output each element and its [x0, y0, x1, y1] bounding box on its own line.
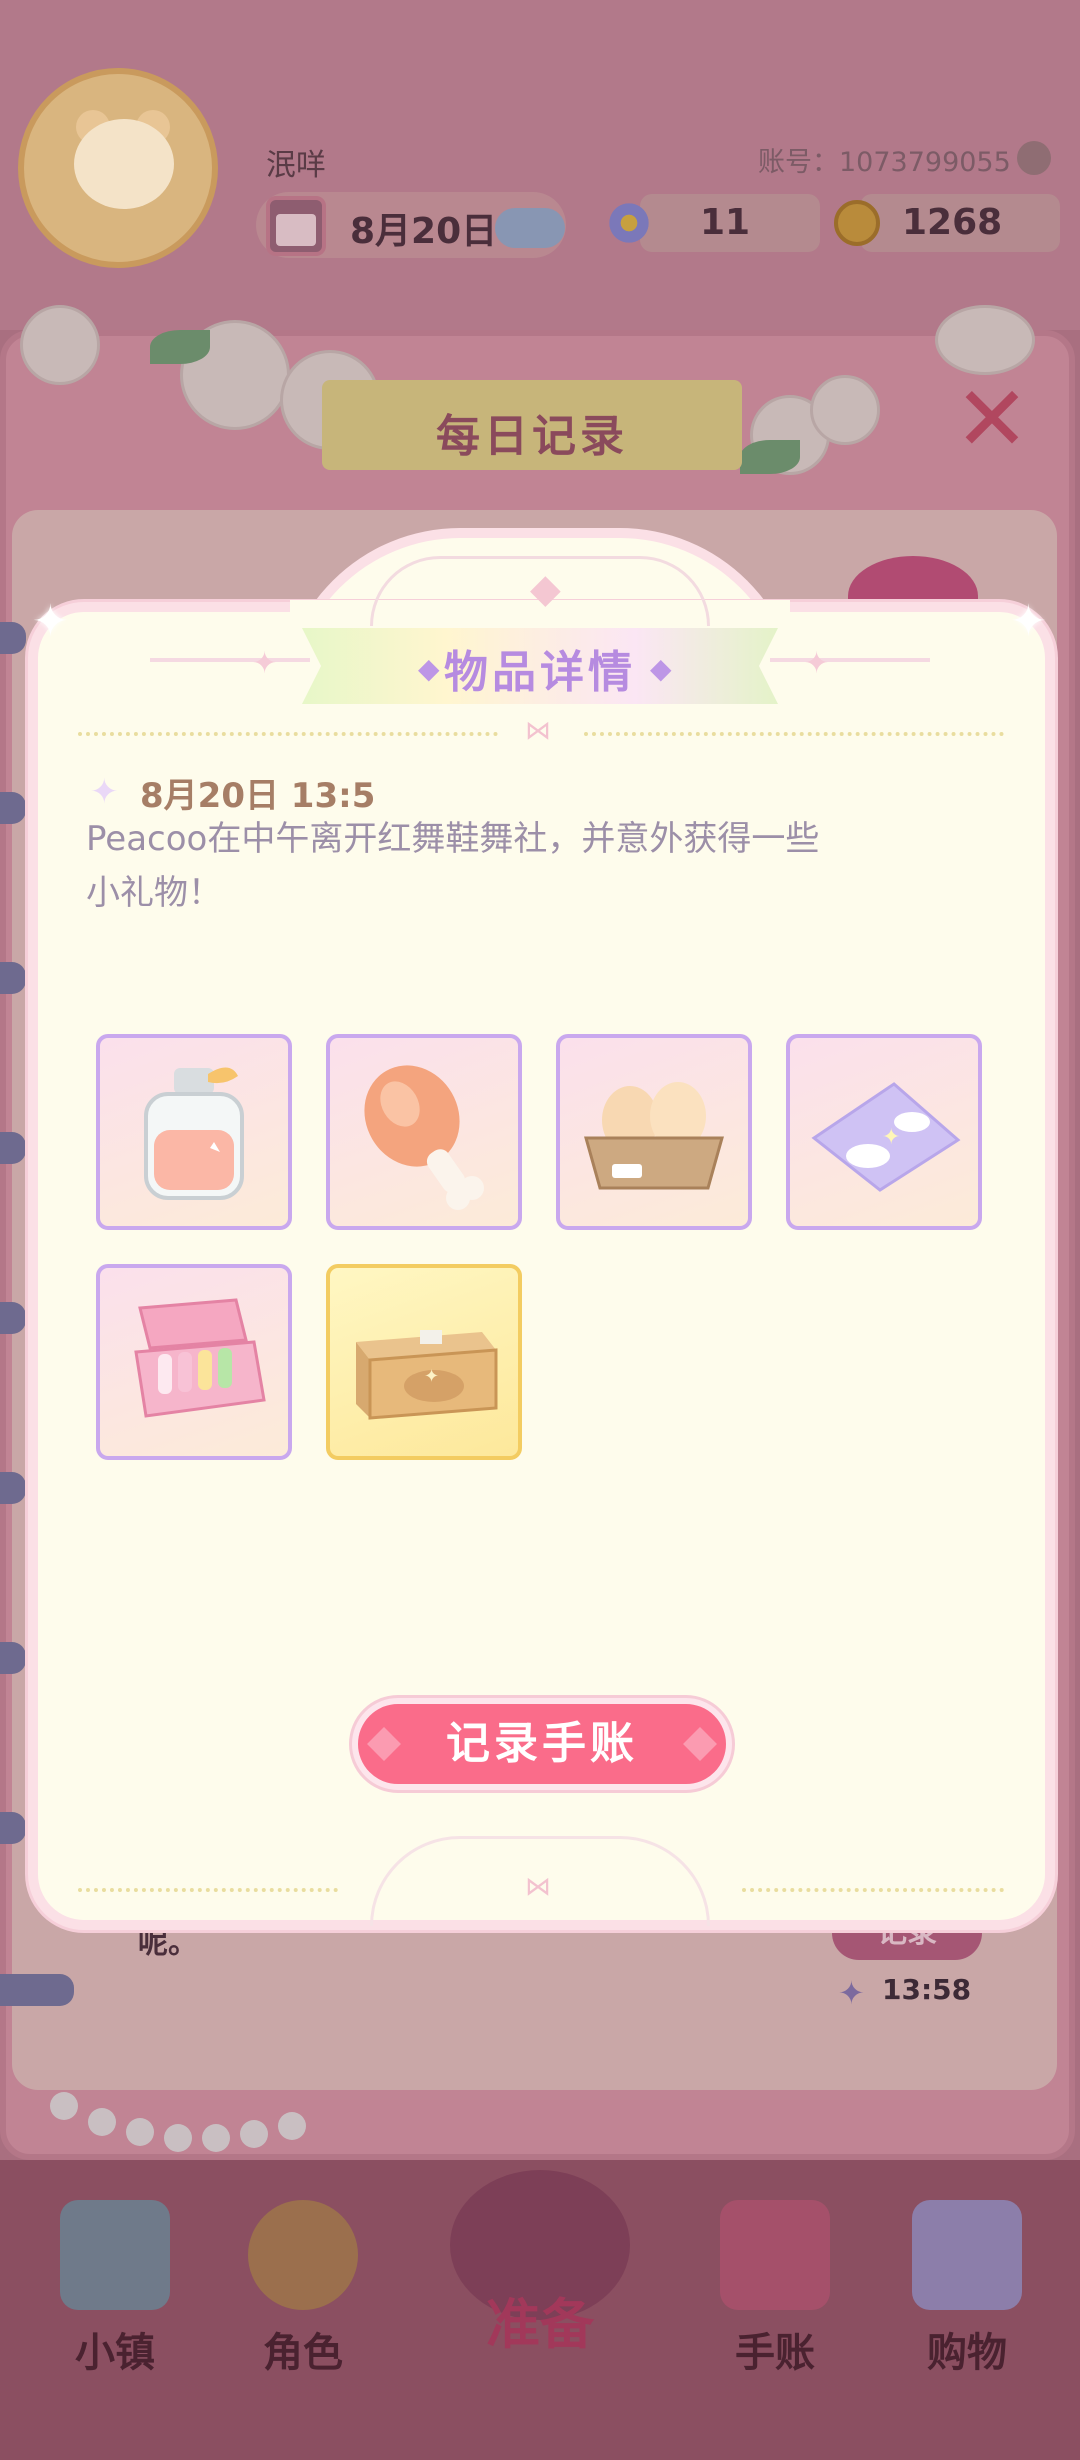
- entry-description: Peacoo在中午离开红舞鞋舞社，并意外获得一些 小礼物！: [86, 812, 926, 920]
- side-tab[interactable]: [0, 1302, 26, 1334]
- chicken-drumstick-icon: [364, 1065, 484, 1210]
- nav-town-label: 小镇: [75, 2329, 155, 2376]
- current-date: 8月20日: [350, 211, 498, 252]
- rose-decoration: [810, 375, 880, 445]
- town-map-icon: [60, 2200, 170, 2310]
- svg-text:✦: ✦: [424, 1366, 439, 1387]
- leaf-decoration: [740, 440, 800, 474]
- nav-character-label: 角色: [263, 2329, 343, 2376]
- divider-line: [742, 1888, 1004, 1892]
- nav-town[interactable]: 小镇: [40, 2200, 190, 2400]
- side-tab[interactable]: [0, 1642, 26, 1674]
- header-line: [150, 658, 310, 662]
- entry-description-line: 小礼物！: [86, 873, 222, 913]
- side-tab[interactable]: [0, 1132, 26, 1164]
- record-journal-button-label: 记录手账: [446, 1718, 638, 1769]
- side-tab[interactable]: [0, 1974, 74, 2006]
- side-tab[interactable]: [0, 1472, 26, 1504]
- pearl-decoration: [278, 2112, 306, 2140]
- star-icon: ✦: [252, 646, 278, 681]
- divider-line: [78, 732, 498, 736]
- coin-icon: [834, 200, 880, 246]
- entry-time: 8月20日 13:5: [140, 776, 376, 816]
- nav-journal-label: 手账: [735, 2329, 815, 2376]
- nav-journal[interactable]: 手账: [700, 2200, 850, 2400]
- star-icon: ✦: [804, 646, 830, 681]
- pearl-decoration: [164, 2124, 192, 2152]
- entry-description-line: Peacoo在中午离开红舞鞋舞社，并意外获得一些: [86, 819, 820, 859]
- journal-book-icon: [720, 2200, 830, 2310]
- diamond-icon: [367, 1727, 401, 1761]
- character-icon: [248, 2200, 358, 2310]
- item-slot[interactable]: ✦: [326, 1264, 522, 1460]
- svg-text:✦: ✦: [882, 1125, 900, 1150]
- pearl-decoration: [126, 2118, 154, 2146]
- nav-shopping-label: 购物: [927, 2329, 1007, 2376]
- cardboard-box-icon: ✦: [356, 1330, 498, 1420]
- rose-decoration: [20, 305, 100, 385]
- side-tab[interactable]: [0, 622, 26, 654]
- side-tab[interactable]: [0, 962, 26, 994]
- pearl-decoration: [50, 2092, 78, 2120]
- pearl-decoration: [202, 2124, 230, 2152]
- leaf-decoration: [150, 330, 210, 364]
- ornament-gem-icon: ◆: [530, 566, 561, 612]
- star-icon: ✦: [90, 772, 119, 812]
- coin-count: 1268: [902, 202, 1003, 243]
- calendar-icon: [266, 196, 326, 256]
- item-slot[interactable]: [326, 1034, 522, 1230]
- header-line: [770, 658, 930, 662]
- weather-cloud-icon: [495, 208, 565, 248]
- record-time: 13:58: [882, 1973, 972, 2006]
- egg-carton-icon: [584, 1082, 724, 1190]
- item-slot[interactable]: [96, 1264, 292, 1460]
- pearl-decoration: [240, 2120, 268, 2148]
- close-icon[interactable]: ✕: [952, 375, 1032, 465]
- modal-title: 物品详情: [444, 647, 636, 698]
- nav-character[interactable]: 角色: [228, 2200, 378, 2400]
- nav-shopping[interactable]: 购物: [892, 2200, 1042, 2400]
- side-tab[interactable]: [0, 1812, 26, 1844]
- nav-prepare-label: 准备: [486, 2292, 594, 2356]
- divider-line: [78, 1888, 338, 1892]
- star-icon: ✦: [838, 1974, 865, 2012]
- avatar-face: [74, 119, 174, 209]
- player-name: 泯咩: [266, 148, 326, 183]
- sparkle-icon: ✦: [1010, 596, 1047, 647]
- flower-gem-icon: [606, 200, 652, 246]
- divider-line: [584, 732, 1004, 736]
- rose-decoration: [935, 305, 1035, 375]
- item-slot[interactable]: ✦: [786, 1034, 982, 1230]
- bow-icon: ⋈: [525, 1872, 551, 1902]
- sparkle-icon: ✦: [32, 596, 69, 647]
- shopping-bag-icon: [912, 2200, 1022, 2310]
- copy-icon[interactable]: [1017, 141, 1051, 175]
- gem-count: 11: [700, 202, 751, 243]
- perfume-bottle-icon: [144, 1067, 244, 1200]
- diamond-icon: [683, 1727, 717, 1761]
- cloud-handkerchief-icon: ✦: [811, 1082, 961, 1192]
- bow-icon: ⋈: [525, 716, 551, 746]
- pearl-decoration: [88, 2108, 116, 2136]
- record-journal-button[interactable]: 记录手账: [352, 1698, 732, 1790]
- game-screen: 泯咩 账号：1073799055 8月20日 11 1268 每日记录 ✕ 呢。…: [0, 0, 1080, 2460]
- player-avatar[interactable]: [18, 68, 218, 268]
- makeup-box-icon: [134, 1298, 266, 1418]
- nav-prepare[interactable]: 准备: [440, 2170, 640, 2370]
- daily-record-title-text: 每日记录: [436, 411, 628, 462]
- item-slot[interactable]: [96, 1034, 292, 1230]
- side-tab[interactable]: [0, 792, 26, 824]
- daily-record-title: 每日记录: [322, 380, 742, 470]
- item-slot[interactable]: [556, 1034, 752, 1230]
- account-id: 账号：1073799055: [758, 147, 1011, 178]
